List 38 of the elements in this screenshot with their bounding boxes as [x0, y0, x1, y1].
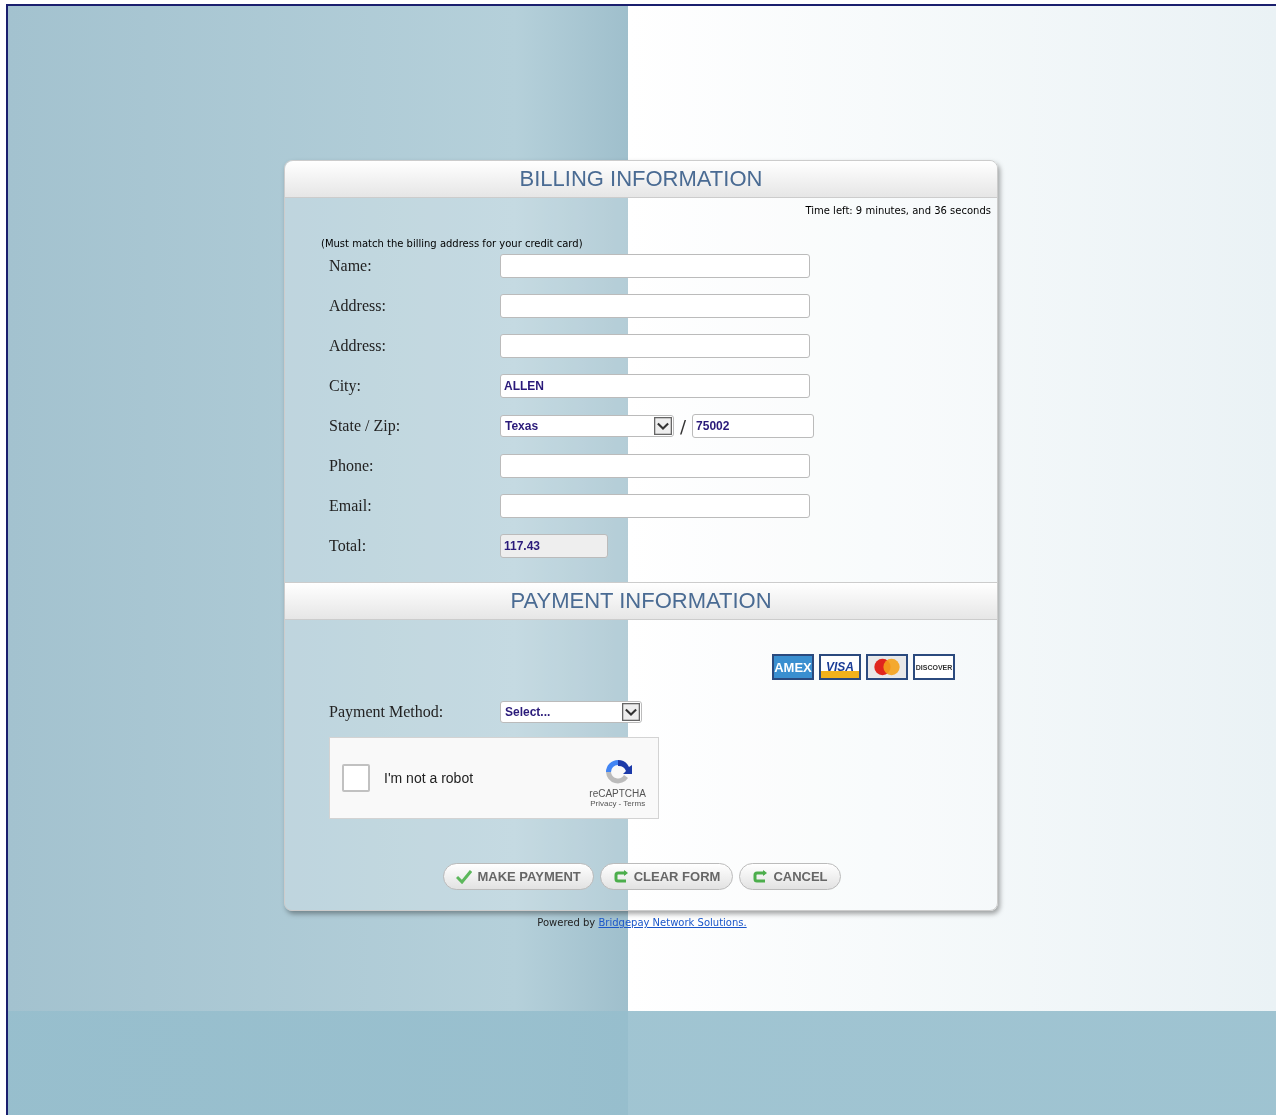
separator-text: / [680, 415, 687, 437]
form-button[interactable]: MAKE PAYMENT [443, 863, 594, 890]
recaptcha-text: reCAPTCHA [589, 788, 646, 799]
privacy-terms-link[interactable]: Privacy - Terms [590, 799, 646, 808]
card-logo: VISA [819, 654, 861, 680]
timer-text: Time left: 9 minutes, and 36 seconds [804, 204, 992, 216]
input-field[interactable] [500, 334, 810, 358]
refresh-icon [752, 869, 769, 884]
captcha-checkbox[interactable] [342, 764, 370, 792]
check-icon [456, 869, 473, 884]
zip-field[interactable]: 75002 [692, 414, 815, 438]
field-label: Total: [329, 537, 368, 555]
field-label: Address: [329, 337, 387, 355]
field-label: Phone: [329, 457, 375, 475]
payment-method-dropdown[interactable]: Select... [500, 701, 642, 723]
field-label: Name: [329, 257, 373, 275]
field-label: State / Zip: [329, 417, 402, 435]
field-label: Payment Method: [329, 703, 445, 721]
field-label: Address: [329, 297, 387, 315]
card-logo [866, 654, 908, 680]
input-field[interactable] [500, 254, 810, 278]
state-dropdown[interactable]: Texas [500, 415, 674, 437]
section-title: PAYMENT INFORMATION [510, 588, 772, 614]
input-field[interactable]: 117.43 [500, 534, 608, 558]
section-title: BILLING INFORMATION [519, 166, 763, 192]
captcha-label: I'm not a robot [384, 770, 475, 786]
input-field[interactable] [500, 294, 810, 318]
input-field[interactable] [500, 494, 810, 518]
billing-note: (Must match the billing address for your credit card) [320, 237, 584, 249]
field-label: City: [329, 377, 362, 395]
input-field[interactable] [500, 454, 810, 478]
input-field[interactable]: ALLEN [500, 374, 810, 398]
powered-by-text: Powered by [537, 917, 596, 928]
field-label: Email: [329, 497, 373, 515]
form-button[interactable]: CLEAR FORM [599, 863, 734, 890]
card-logo: AMEX [772, 654, 814, 680]
form-button[interactable]: CANCEL [739, 863, 841, 890]
refresh-icon [612, 869, 629, 884]
